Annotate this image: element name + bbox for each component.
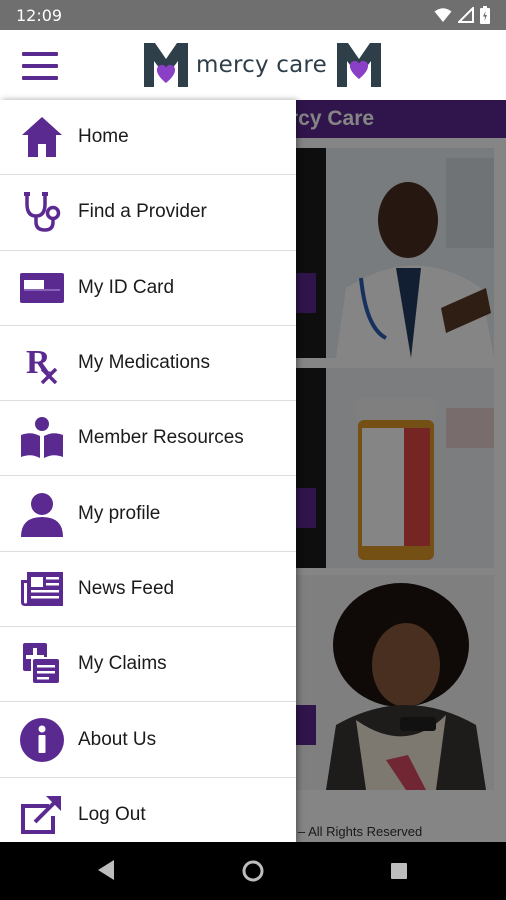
- drawer-item-claims[interactable]: My Claims: [0, 627, 296, 703]
- stethoscope-icon: [19, 189, 65, 235]
- drawer-item-home[interactable]: Home: [0, 100, 296, 176]
- drawer-item-label: Member Resources: [78, 427, 244, 449]
- logout-icon: [19, 792, 65, 838]
- claims-icon: [19, 641, 65, 687]
- back-icon[interactable]: [96, 859, 116, 881]
- navigation-drawer: Home Find a Provider My ID Card R My Med…: [0, 100, 296, 842]
- hamburger-menu-button[interactable]: [22, 52, 58, 80]
- wifi-icon: [434, 8, 452, 22]
- mercy-rbha-logo-icon: RBHA: [336, 43, 381, 89]
- drawer-item-about-us[interactable]: About Us: [0, 702, 296, 778]
- drawer-item-medications[interactable]: R My Medications: [0, 326, 296, 402]
- app-header: mercy care RBHA: [0, 30, 506, 100]
- status-time: 12:09: [16, 5, 63, 25]
- recents-icon[interactable]: [390, 862, 408, 880]
- status-bar: 12:09: [0, 0, 506, 30]
- drawer-item-label: About Us: [78, 728, 157, 750]
- info-icon: [19, 717, 65, 763]
- newspaper-icon: [19, 566, 65, 612]
- drawer-item-label: My ID Card: [78, 276, 175, 298]
- drawer-item-label: My profile: [78, 502, 161, 524]
- menu-bar-icon: [22, 64, 58, 68]
- svg-text:RBHA: RBHA: [351, 83, 368, 89]
- menu-bar-icon: [22, 76, 58, 80]
- mercy-m-logo-icon: [144, 43, 188, 87]
- logo-text: mercy care: [196, 52, 327, 78]
- book-icon: [19, 415, 65, 461]
- drawer-item-label: Find a Provider: [78, 201, 207, 223]
- drawer-item-news-feed[interactable]: News Feed: [0, 552, 296, 628]
- person-icon: [19, 491, 65, 537]
- rx-icon: R: [19, 340, 65, 386]
- battery-icon: [480, 6, 490, 24]
- status-icons: [434, 6, 490, 24]
- drawer-item-label: Log Out: [78, 804, 146, 826]
- drawer-item-id-card[interactable]: My ID Card: [0, 251, 296, 326]
- drawer-item-member-resources[interactable]: Member Resources: [0, 401, 296, 477]
- mercy-care-logo: mercy care RBHA: [142, 38, 383, 92]
- home-button-icon[interactable]: [242, 860, 264, 882]
- system-nav-bar: [0, 842, 506, 900]
- id-card-icon: [19, 265, 65, 311]
- drawer-item-profile[interactable]: My profile: [0, 476, 296, 552]
- drawer-item-label: My Claims: [78, 653, 167, 675]
- drawer-item-label: News Feed: [78, 577, 175, 599]
- drawer-item-label: My Medications: [78, 352, 210, 374]
- menu-bar-icon: [22, 52, 58, 56]
- drawer-item-label: Home: [78, 126, 129, 148]
- drawer-item-find-provider[interactable]: Find a Provider: [0, 175, 296, 251]
- signal-icon: [458, 7, 474, 23]
- home-icon: [19, 114, 65, 160]
